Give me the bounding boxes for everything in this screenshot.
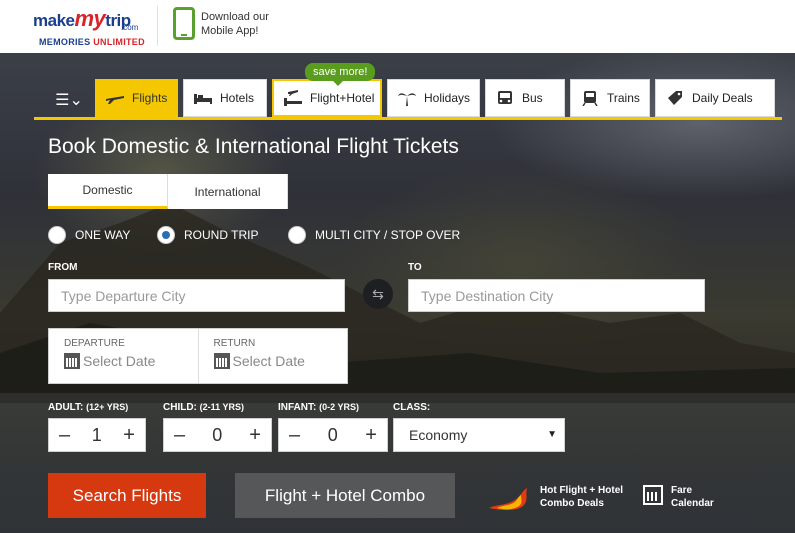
segment-domestic[interactable]: Domestic	[48, 174, 168, 209]
hamburger-menu-button[interactable]: ☰⌄	[44, 84, 94, 116]
flight-hotel-combo-button[interactable]: Flight + Hotel Combo	[235, 473, 455, 518]
radio-button-selected[interactable]	[157, 226, 175, 244]
panel-accent-line	[34, 117, 782, 120]
class-value: Economy	[409, 427, 468, 443]
departure-date-field[interactable]: DEPARTURE Select Date	[49, 329, 198, 383]
makemytrip-logo[interactable]: makemytrip .com MEMORIES UNLIMITED	[33, 4, 153, 50]
radio-button[interactable]	[288, 226, 306, 244]
adult-range: (12+ YRS)	[86, 402, 129, 412]
logo-tagline: MEMORIES UNLIMITED	[39, 37, 145, 47]
segment-international[interactable]: International	[168, 174, 288, 209]
return-date-placeholder: Select Date	[232, 353, 305, 369]
tag-icon	[668, 91, 682, 105]
tab-holidays[interactable]: Holidays	[387, 79, 480, 117]
class-label: CLASS:	[393, 402, 431, 413]
radio-multi-city[interactable]: MULTI CITY / STOP OVER	[288, 226, 460, 244]
tab-holidays-label: Holidays	[424, 91, 471, 105]
radio-round-trip-label: ROUND TRIP	[184, 228, 259, 242]
infant-stepper: – 0 +	[278, 418, 388, 452]
fire-icon	[489, 488, 527, 511]
tab-flight-hotel-label: Flight+Hotel	[310, 91, 375, 105]
from-label: FROM	[48, 262, 78, 273]
bus-icon	[498, 91, 512, 104]
domestic-international-toggle: Domestic International	[48, 174, 288, 209]
tab-hotels-label: Hotels	[220, 91, 255, 105]
tab-bus[interactable]: Bus	[485, 79, 565, 117]
child-label-text: CHILD:	[163, 402, 197, 413]
child-stepper: – 0 +	[163, 418, 272, 452]
logo-dotcom: .com	[121, 23, 139, 32]
class-select[interactable]: Economy ▼	[393, 418, 565, 452]
header-divider	[157, 6, 158, 46]
adult-stepper: – 1 +	[48, 418, 146, 452]
swap-cities-icon[interactable]: ⇆	[363, 279, 393, 309]
tab-daily-deals-label: Daily Deals	[692, 91, 753, 105]
return-date-field[interactable]: RETURN Select Date	[197, 329, 348, 383]
radio-one-way-label: ONE WAY	[75, 228, 131, 242]
radio-one-way[interactable]: ONE WAY	[48, 226, 130, 244]
calendar-icon	[64, 353, 80, 369]
infant-label: INFANT: (0-2 YRS)	[278, 402, 359, 413]
infant-plus-button[interactable]: +	[365, 424, 377, 447]
logo-word-make: make	[33, 11, 75, 30]
destination-city-input[interactable]: Type Destination City	[408, 279, 705, 312]
infant-count: 0	[327, 424, 338, 445]
palm-tree-icon	[398, 93, 416, 106]
child-range: (2-11 YRS)	[199, 402, 245, 412]
tab-flights[interactable]: Flights	[95, 79, 178, 117]
tab-hotels[interactable]: Hotels	[183, 79, 267, 117]
top-header: makemytrip .com MEMORIES UNLIMITED Downl…	[0, 0, 795, 53]
train-icon	[582, 91, 598, 106]
airplane-icon	[106, 96, 124, 104]
fare-calendar-link[interactable]: Fare Calendar	[671, 484, 721, 510]
child-minus-button[interactable]: –	[174, 424, 185, 447]
radio-button[interactable]	[48, 226, 66, 244]
child-plus-button[interactable]: +	[249, 424, 261, 447]
tab-flights-label: Flights	[132, 91, 168, 105]
adult-label-text: ADULT:	[48, 402, 84, 413]
adult-plus-button[interactable]: +	[123, 424, 135, 447]
child-label: CHILD: (2-11 YRS)	[163, 402, 244, 413]
child-count: 0	[212, 424, 223, 445]
page-title: Book Domestic & International Flight Tic…	[48, 135, 459, 158]
departure-city-input[interactable]: Type Departure City	[48, 279, 345, 312]
infant-range: (0-2 YRS)	[319, 402, 359, 412]
tab-daily-deals[interactable]: Daily Deals	[655, 79, 775, 117]
departure-date-placeholder: Select Date	[83, 353, 156, 369]
radio-round-trip[interactable]: ROUND TRIP	[157, 226, 258, 244]
logo-word-my: my	[74, 6, 106, 31]
infant-minus-button[interactable]: –	[289, 424, 300, 447]
infant-label-text: INFANT:	[278, 402, 317, 413]
date-picker: DEPARTURE Select Date RETURN Select Date	[48, 328, 348, 384]
adult-label: ADULT: (12+ YRS)	[48, 402, 128, 413]
tab-trains-label: Trains	[607, 91, 640, 105]
save-more-badge: save more!	[305, 63, 376, 86]
hot-combo-deals-link[interactable]: Hot Flight + Hotel Combo Deals	[540, 484, 632, 510]
tab-flight-hotel[interactable]: Flight+Hotel	[272, 79, 382, 117]
mobile-phone-icon[interactable]	[173, 7, 195, 40]
radio-multi-city-label: MULTI CITY / STOP OVER	[315, 228, 461, 242]
to-label: TO	[408, 262, 422, 273]
logo-tag-unlimited: UNLIMITED	[93, 37, 145, 47]
tab-trains[interactable]: Trains	[570, 79, 650, 117]
flight-hotel-icon	[284, 90, 302, 106]
logo-tag-memories: MEMORIES	[39, 37, 91, 47]
adult-minus-button[interactable]: –	[59, 424, 70, 447]
search-flights-button[interactable]: Search Flights	[48, 473, 206, 518]
return-label: RETURN	[213, 338, 256, 349]
bed-icon	[194, 94, 212, 104]
chevron-down-icon: ▼	[547, 429, 557, 440]
mobile-app-link[interactable]: Download our Mobile App!	[201, 10, 291, 38]
tab-bus-label: Bus	[522, 91, 543, 105]
departure-label: DEPARTURE	[64, 338, 125, 349]
fare-calendar-icon[interactable]	[643, 485, 663, 505]
calendar-icon	[213, 353, 230, 369]
adult-count: 1	[91, 424, 102, 445]
